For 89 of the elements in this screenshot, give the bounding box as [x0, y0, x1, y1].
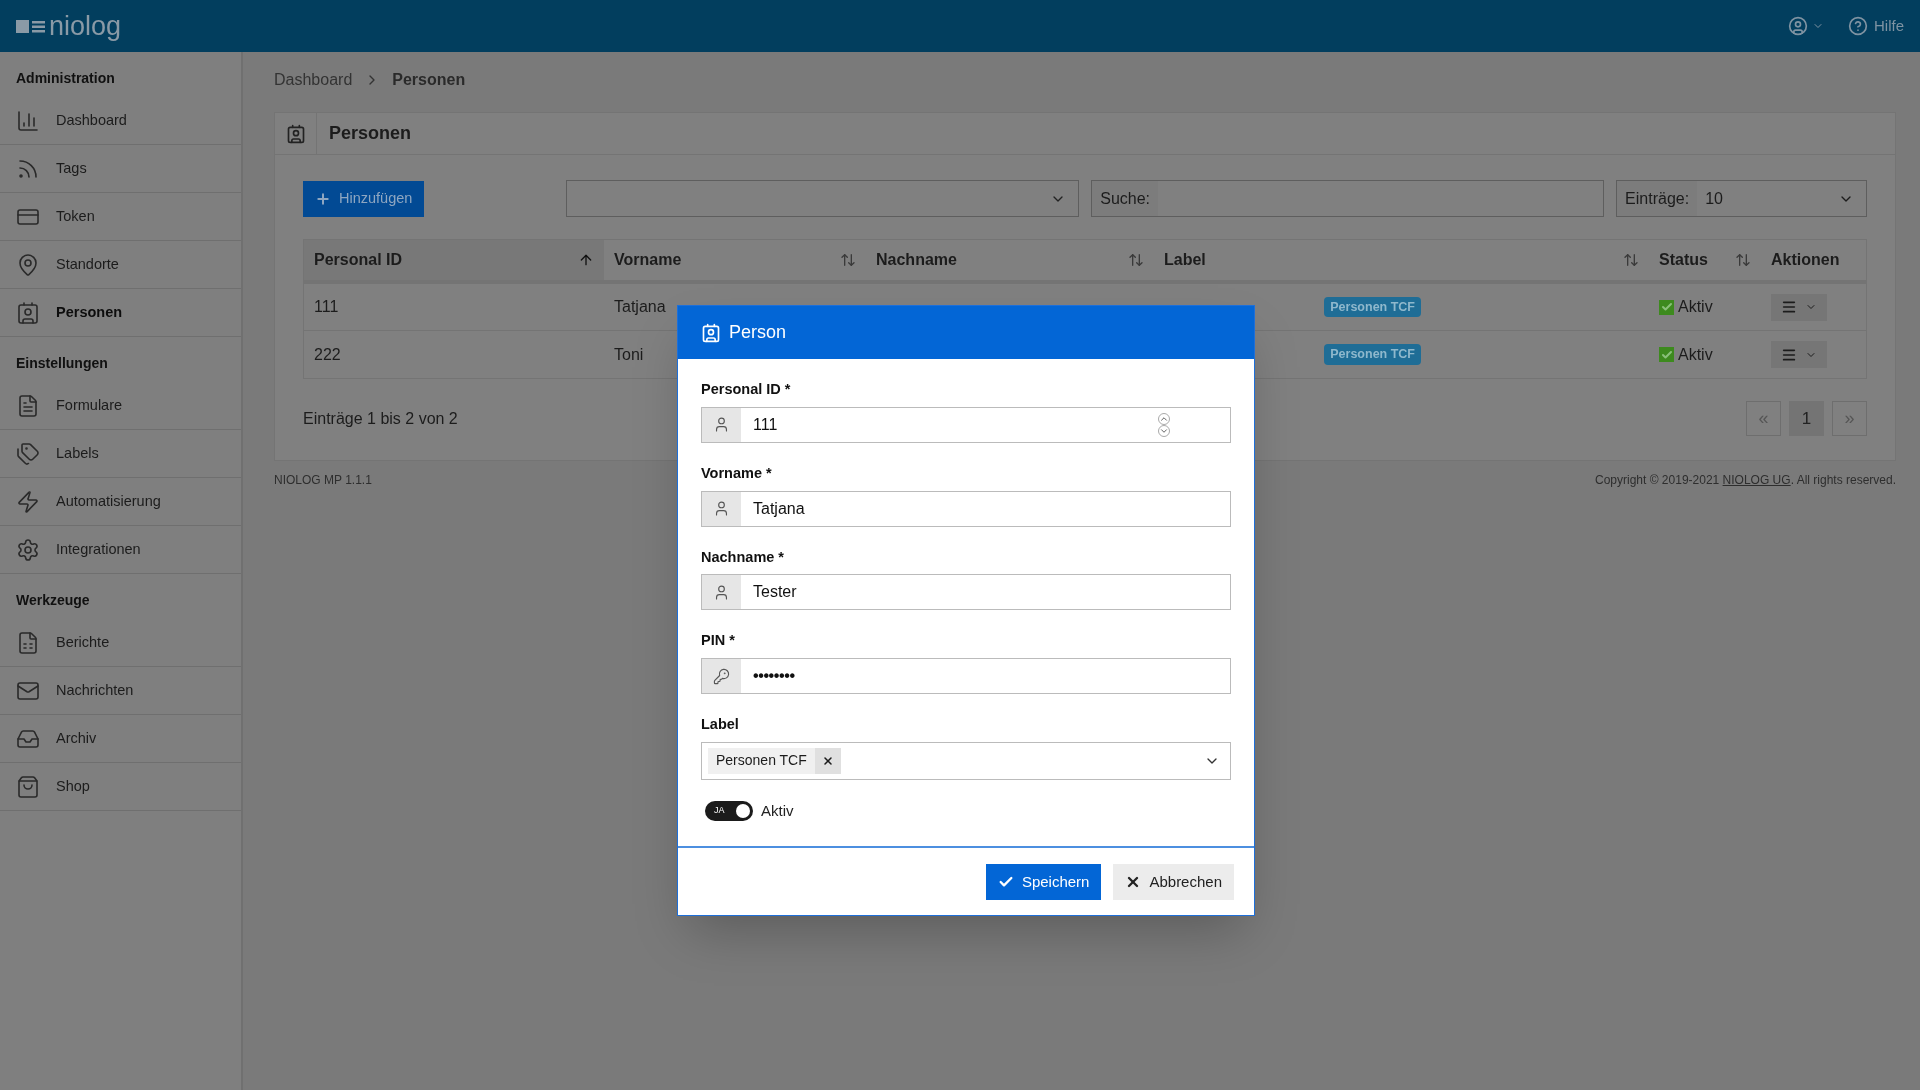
actions-menu-button[interactable]: [1771, 341, 1827, 368]
logo-icon: [16, 18, 46, 34]
sort-icon[interactable]: [1735, 252, 1751, 268]
user-icon: [713, 416, 730, 434]
user-icon: [713, 583, 730, 601]
input-field[interactable]: Tatjana: [701, 490, 1231, 527]
id-card-icon: [701, 322, 721, 343]
sidebar-item[interactable]: Formulare: [0, 382, 241, 430]
label-select[interactable]: Personen TCF: [701, 741, 1231, 780]
map-pin-icon: [16, 252, 40, 277]
logo-text: niolog: [49, 12, 122, 40]
document-icon: [16, 393, 40, 418]
user-menu-button[interactable]: [1788, 16, 1824, 36]
table-cell-text: Toni: [613, 344, 645, 365]
sidebar-item[interactable]: Standorte: [0, 241, 241, 289]
breadcrumb-link[interactable]: Personen: [392, 68, 466, 92]
remove-tag-button[interactable]: [814, 747, 841, 774]
field-label: PIN *: [701, 631, 736, 651]
column-header[interactable]: Status: [1649, 240, 1761, 280]
id-card-icon: [285, 123, 306, 144]
column-header[interactable]: Vorname: [604, 240, 866, 280]
sidebar-section-title: Werkzeuge: [15, 591, 91, 610]
key-icon: [713, 667, 730, 685]
sidebar-item[interactable]: Archiv: [0, 715, 241, 763]
user-icon: [713, 500, 730, 517]
company-link[interactable]: NIOLOG UG: [1722, 473, 1791, 487]
menu-icon: [1781, 299, 1797, 315]
sort-icon[interactable]: [1623, 252, 1639, 268]
column-header[interactable]: Nachname: [866, 240, 1154, 280]
sidebar-item[interactable]: Shop: [0, 763, 241, 811]
cancel-button[interactable]: Abbrechen: [1113, 863, 1234, 900]
add-button[interactable]: Hinzufügen: [303, 180, 425, 217]
table-cell-text: 111: [313, 297, 340, 317]
user-icon: [1788, 16, 1808, 36]
sidebar-item[interactable]: Nachrichten: [0, 667, 241, 715]
input-field[interactable]: Tester: [701, 574, 1231, 611]
sidebar-item[interactable]: Labels: [0, 430, 241, 478]
sidebar-item[interactable]: Integrationen: [0, 526, 241, 574]
plus-icon: [315, 190, 331, 207]
sidebar-section-title: Einstellungen: [15, 354, 109, 373]
input-field[interactable]: ••••••••: [701, 658, 1231, 694]
bag-icon: [16, 774, 40, 799]
tags-icon: [16, 441, 40, 466]
search-field[interactable]: Suche:: [1091, 180, 1605, 217]
sidebar-section-title: Administration: [15, 69, 116, 88]
column-header[interactable]: Personal ID: [304, 240, 604, 280]
status-text: Aktiv: [1678, 344, 1713, 365]
toggle-label: Aktiv: [761, 800, 794, 821]
page-button[interactable]: 1: [1789, 401, 1824, 436]
id-card-icon: [16, 300, 40, 325]
status-text: Aktiv: [1678, 297, 1713, 317]
label-tag: Personen TCF: [1324, 296, 1421, 318]
field-label: Vorname *: [701, 463, 773, 483]
table-cell-text: Tatjana: [613, 297, 667, 317]
version-text: NIOLOG MP 1.1.1: [274, 472, 372, 489]
sidebar-item[interactable]: Dashboard: [0, 97, 241, 145]
sidebar-item[interactable]: Tags: [0, 145, 241, 193]
field-label: Label: [701, 715, 740, 734]
column-header[interactable]: Aktionen: [1761, 240, 1866, 280]
help-button[interactable]: Hilfe: [1848, 14, 1904, 38]
sort-icon[interactable]: [840, 252, 856, 268]
breadcrumb-link[interactable]: Dashboard: [274, 68, 353, 92]
entries-info: Einträge 1 bis 2 von 2: [303, 408, 458, 429]
save-button[interactable]: Speichern: [985, 863, 1102, 900]
label-tag: Personen TCF: [1324, 344, 1421, 365]
sidebar-item[interactable]: Berichte: [0, 619, 241, 667]
copyright-text: Copyright © 2019-2021 NIOLOG UG. All rights reserved.: [1595, 472, 1896, 489]
field-label: Personal ID *: [701, 380, 792, 399]
sidebar-item[interactable]: Personen: [0, 289, 241, 337]
sort-icon[interactable]: [1128, 252, 1144, 268]
sidebar-item[interactable]: Token: [0, 193, 241, 241]
sidebar-item[interactable]: Automatisierung: [0, 478, 241, 526]
column-header[interactable]: Label: [1154, 240, 1649, 280]
settings-icon: [16, 537, 40, 562]
filter-dropdown[interactable]: [566, 180, 1080, 217]
dialog-title: Person: [729, 321, 787, 344]
actions-menu-button[interactable]: [1771, 293, 1827, 321]
help-icon: [1848, 16, 1868, 36]
spreadsheet-icon: [16, 630, 40, 655]
active-toggle[interactable]: JA: [705, 801, 753, 821]
card-title: Personen: [329, 122, 412, 145]
entries-select[interactable]: Einträge: 10: [1616, 180, 1867, 217]
table-cell-text: 222: [313, 344, 342, 365]
field-label: Nachname *: [701, 547, 785, 567]
close-icon: [821, 754, 834, 767]
lightning-icon: [16, 489, 40, 514]
bar-chart-icon: [16, 108, 40, 133]
sort-ascending-icon[interactable]: [578, 252, 594, 268]
input-field[interactable]: 111: [701, 406, 1231, 443]
